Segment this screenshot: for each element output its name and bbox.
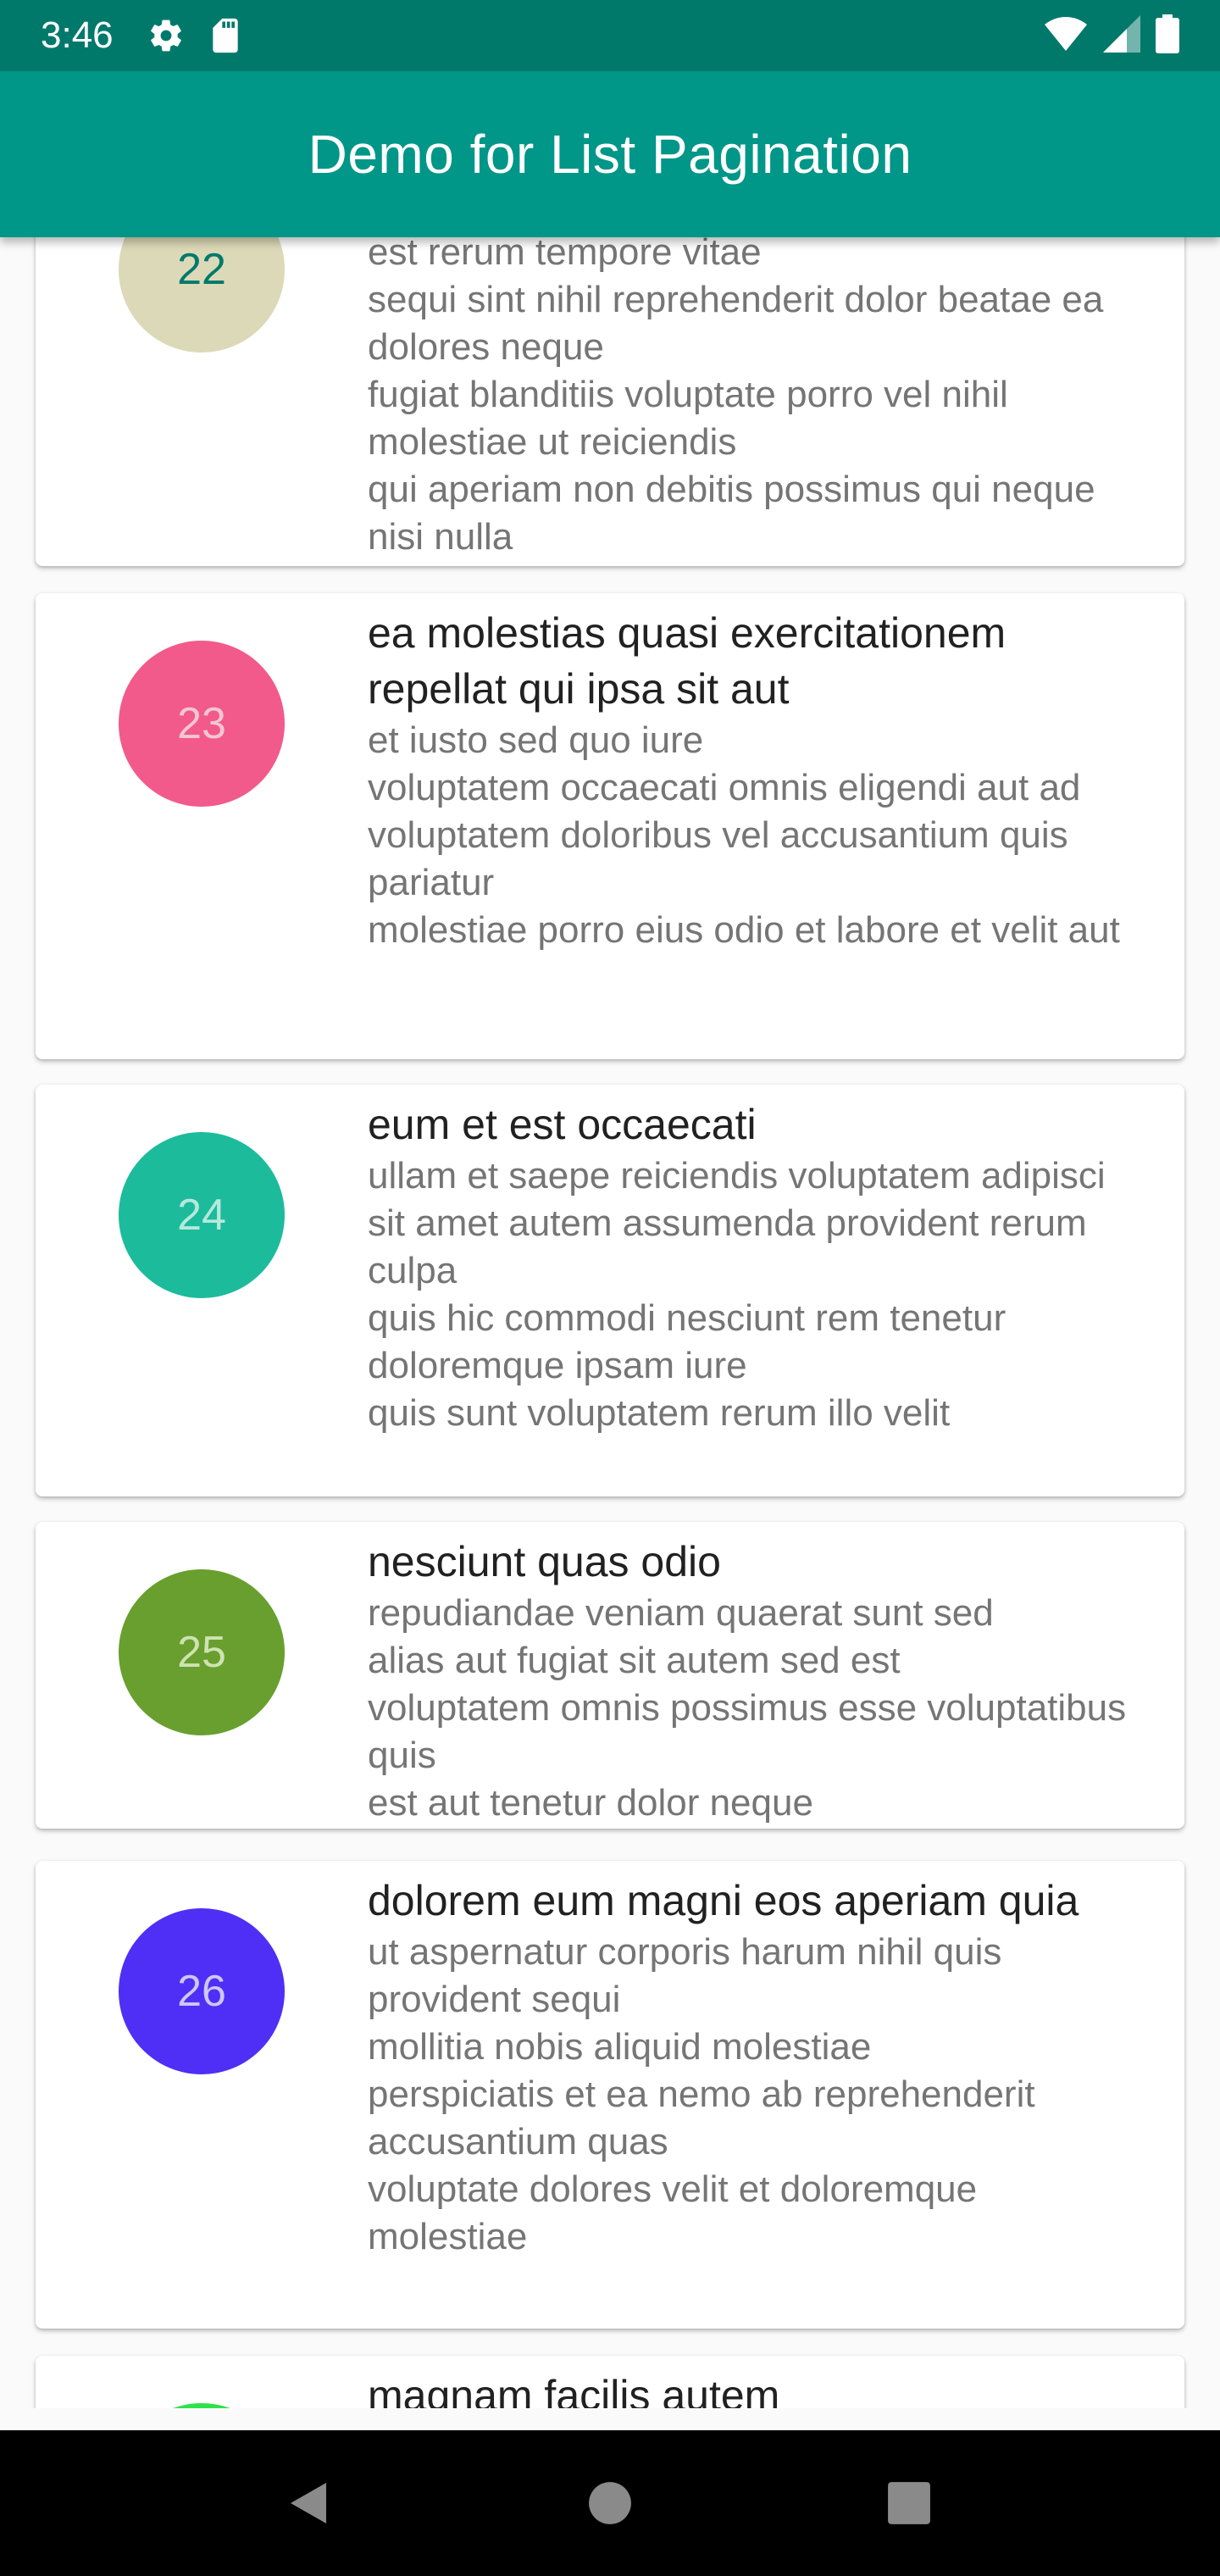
item-text: eum et est occaecati ullam et saepe reic…: [368, 1096, 1137, 1437]
avatar-number: 23: [177, 699, 226, 748]
avatar: 25: [119, 1569, 285, 1735]
settings-icon: [147, 17, 185, 54]
status-right-icons: [1044, 14, 1179, 58]
item-body: repudiandae veniam quaerat sunt sed alia…: [368, 1592, 1127, 1824]
avatar: 22: [119, 237, 285, 353]
battery-icon: [1156, 14, 1179, 58]
item-text: ea molestias quasi exercitationem repell…: [368, 605, 1137, 954]
avatar-number: 22: [177, 245, 226, 294]
avatar: 27: [119, 2403, 285, 2408]
avatar-number: 25: [177, 1628, 226, 1677]
item-body: ut aspernatur corporis harum nihil quis …: [368, 1931, 1035, 2257]
list-item[interactable]: 26 dolorem eum magni eos aperiam quia ut…: [36, 1861, 1184, 2329]
avatar: 26: [119, 1908, 285, 2074]
item-body: ullam et saepe reiciendis voluptatem adi…: [368, 1155, 1106, 1434]
item-body-partial-line: est rerum tempore vitae: [368, 237, 762, 273]
item-body: et iusto sed quo iure voluptatem occaeca…: [368, 719, 1120, 951]
post-list[interactable]: 22 est rerum tempore vitae sequi sint ni…: [0, 237, 1220, 2408]
list-item[interactable]: 25 nesciunt quas odio repudiandae veniam…: [36, 1522, 1184, 1829]
list-item[interactable]: 23 ea molestias quasi exercitationem rep…: [36, 593, 1184, 1059]
item-title: eum et est occaecati: [368, 1101, 757, 1148]
item-title: ea molestias quasi exercitationem repell…: [368, 609, 1006, 713]
status-bar: 3:46: [0, 0, 1220, 71]
wifi-icon: [1044, 15, 1088, 57]
list-item[interactable]: 24 eum et est occaecati ullam et saepe r…: [36, 1085, 1184, 1496]
list-item[interactable]: 27 magnam facilis autem: [36, 2356, 1184, 2408]
item-text: dolorem eum magni eos aperiam quia ut as…: [368, 1873, 1137, 2261]
item-body: sequi sint nihil reprehenderit dolor bea…: [368, 279, 1104, 558]
cell-signal-icon: [1103, 14, 1140, 57]
avatar-number: 24: [177, 1191, 226, 1240]
status-time: 3:46: [41, 14, 114, 56]
item-text: nesciunt quas odio repudiandae veniam qu…: [368, 1534, 1137, 1827]
avatar-number: 26: [177, 1967, 226, 2016]
item-text: est rerum tempore vitae sequi sint nihil…: [368, 237, 1137, 561]
home-icon[interactable]: [559, 2452, 661, 2554]
avatar: 24: [119, 1132, 285, 1298]
recents-icon[interactable]: [858, 2452, 960, 2554]
item-title: nesciunt quas odio: [368, 1538, 721, 1585]
navigation-bar: [0, 2430, 1220, 2576]
item-title: dolorem eum magni eos aperiam quia: [368, 1877, 1079, 1924]
avatar: 23: [119, 641, 285, 807]
app-title: Demo for List Pagination: [308, 124, 912, 185]
sd-card-icon: [208, 17, 242, 54]
list-item[interactable]: 22 est rerum tempore vitae sequi sint ni…: [36, 237, 1184, 566]
back-icon[interactable]: [260, 2452, 362, 2554]
app-bar: Demo for List Pagination: [0, 71, 1220, 237]
item-text: magnam facilis autem: [368, 2368, 1137, 2408]
item-title: magnam facilis autem: [368, 2372, 780, 2408]
